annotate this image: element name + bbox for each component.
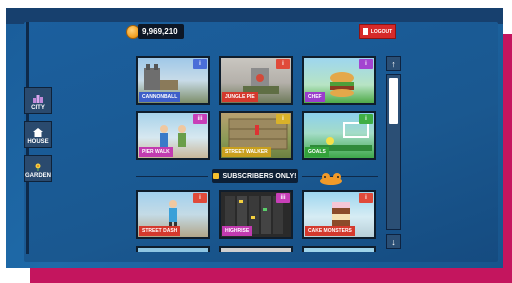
house-icon <box>33 128 43 137</box>
sidebar-item-garden[interactable]: GARDEN <box>24 155 52 182</box>
game-tile-partial[interactable] <box>219 246 293 252</box>
info-badge[interactable]: i <box>359 59 373 69</box>
info-badge[interactable]: i <box>193 59 207 69</box>
game-tile-partial[interactable] <box>136 246 210 252</box>
cat-mascot-icon <box>320 173 342 185</box>
game-tile-cannonball[interactable]: i CANNONBALL <box>136 56 210 105</box>
game-tile-pier-walk[interactable]: iii PIER WALK <box>136 111 210 160</box>
info-badge[interactable]: i <box>193 193 207 203</box>
game-title: STREET WALKER <box>222 147 271 157</box>
game-title: HIGHRISE <box>222 226 253 236</box>
logout-label: LOGOUT <box>370 28 393 35</box>
scroll-up-button[interactable]: ↑ <box>386 56 401 71</box>
info-badge[interactable]: iii <box>276 193 290 203</box>
info-badge[interactable]: i <box>359 114 373 124</box>
door-icon <box>362 28 368 35</box>
game-tile-chef[interactable]: i CHEF <box>302 56 376 105</box>
game-tile-goals[interactable]: i GOALS <box>302 111 376 160</box>
info-badge[interactable]: iii <box>193 114 207 124</box>
scroll-down-button[interactable]: ↓ <box>386 234 401 249</box>
game-tile-partial[interactable] <box>302 246 376 252</box>
sidebar-item-city[interactable]: CITY <box>24 87 52 114</box>
game-title: CHEF <box>305 92 325 102</box>
sidebar-item-label: CITY <box>31 105 45 111</box>
coin-counter: 9,969,210 <box>126 24 184 39</box>
sidebar-item-house[interactable]: HOUSE <box>24 121 52 148</box>
game-title: CANNONBALL <box>139 92 181 102</box>
game-tile-street-dash[interactable]: i STREET DASH <box>136 190 210 239</box>
logout-button[interactable]: LOGOUT <box>359 24 396 39</box>
game-tile-jungle-pie[interactable]: i JUNGLE PIE <box>219 56 293 105</box>
game-tile-highrise[interactable]: iii HIGHRISE <box>219 190 293 239</box>
coin-amount: 9,969,210 <box>138 24 184 39</box>
subscribers-label: SUBSCRIBERS ONLY! <box>222 172 297 180</box>
game-tile-street-walker[interactable]: i STREET WALKER <box>219 111 293 160</box>
city-icon <box>33 95 43 103</box>
sidebar-item-label: GARDEN <box>25 173 52 179</box>
game-title: STREET DASH <box>139 226 181 236</box>
game-title: JUNGLE PIE <box>222 92 258 102</box>
tile-artwork <box>144 64 178 90</box>
sidebar-item-label: HOUSE <box>27 139 49 145</box>
garden-icon <box>35 163 41 171</box>
scrollbar-thumb[interactable] <box>389 78 398 124</box>
subscribers-only-banner: SUBSCRIBERS ONLY! <box>212 169 298 183</box>
info-badge[interactable]: i <box>359 193 373 203</box>
game-title: CAKE MONSTERS <box>305 226 355 236</box>
divider-left <box>136 176 208 177</box>
lock-icon <box>213 173 220 179</box>
tile-artwork <box>330 72 354 97</box>
info-badge[interactable]: i <box>276 114 290 124</box>
game-title: GOALS <box>305 147 329 157</box>
info-badge[interactable]: i <box>276 59 290 69</box>
game-tile-cake-monsters[interactable]: i CAKE MONSTERS <box>302 190 376 239</box>
game-title: PIER WALK <box>139 147 173 157</box>
